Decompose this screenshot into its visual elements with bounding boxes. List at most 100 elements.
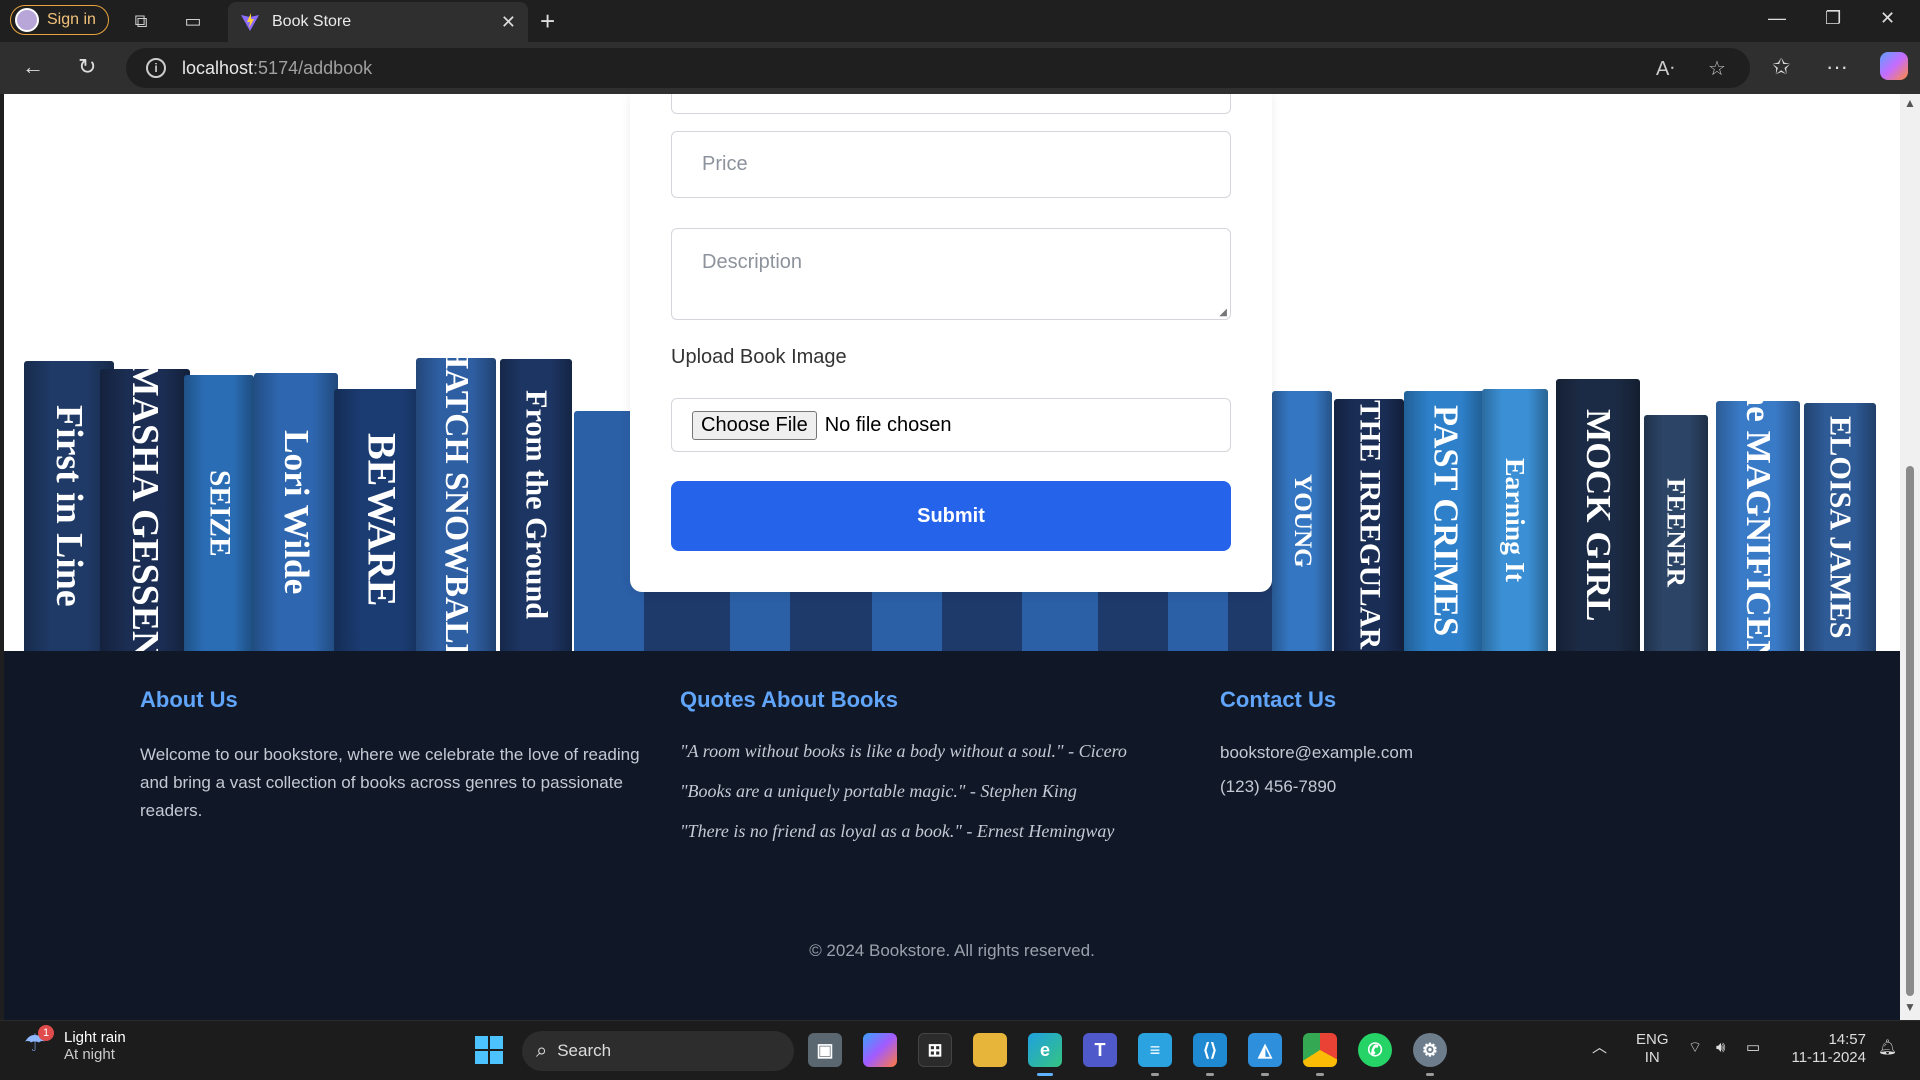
price-input[interactable]: Price — [671, 131, 1231, 198]
rain-umbrella-icon: ☂ 1 — [24, 1025, 54, 1059]
book-spine-title: YOUNG — [1289, 474, 1316, 568]
book-spine: MOCK GIRL — [1556, 379, 1640, 651]
file-status: No file chosen — [824, 413, 952, 436]
resize-handle-icon[interactable]: ◢ — [1219, 307, 1227, 318]
sign-in-button[interactable]: Sign in — [10, 5, 109, 35]
book-spine: Earning It — [1482, 389, 1548, 651]
read-aloud-icon[interactable]: Aᐧ — [1656, 56, 1674, 81]
browser-titlebar: Sign in ⧉ ▭ Book Store ✕ + — ❐ ✕ — [0, 0, 1920, 42]
scrollbar-thumb[interactable] — [1906, 466, 1914, 996]
scroll-up-icon[interactable]: ▲ — [1904, 96, 1916, 110]
show-hidden-icons-icon[interactable]: ︿ — [1592, 1039, 1607, 1057]
new-tab-icon[interactable]: + — [540, 6, 555, 37]
book-spine: THE IRREGULAR — [1334, 399, 1404, 651]
tab-title: Book Store — [272, 13, 352, 30]
file-input[interactable]: Choose File No file chosen — [671, 398, 1231, 452]
quote-item: "There is no friend as loyal as a book."… — [680, 821, 1115, 841]
photos-icon[interactable]: ◭ — [1248, 1033, 1282, 1067]
previous-field-bottom[interactable] — [671, 94, 1231, 114]
vscode-icon[interactable]: ⟨⟩ — [1193, 1033, 1227, 1067]
restore-icon[interactable]: ❐ — [1825, 8, 1841, 29]
store-icon[interactable]: ⊞ — [918, 1033, 952, 1067]
book-spine: FEENER — [1644, 415, 1708, 651]
vite-favicon-icon — [241, 13, 259, 31]
scroll-down-icon[interactable]: ▼ — [1904, 1000, 1916, 1014]
book-spine: YOUNG — [1272, 391, 1332, 651]
teams-icon[interactable]: T — [1083, 1033, 1117, 1067]
back-icon[interactable]: ← — [22, 54, 44, 80]
clock[interactable]: 14:57 11-11-2024 — [1786, 1031, 1866, 1067]
book-spine-title: ELOISA JAMES — [1823, 415, 1858, 639]
book-spine: PAST CRIMES — [1404, 391, 1486, 651]
windows-taskbar: ☂ 1 Light rain At night ⌕ Search ▣ ⊞ e T… — [0, 1020, 1920, 1080]
book-spine-title: THE IRREGULAR — [1353, 400, 1386, 650]
book-spine: MASHA GESSEN — [100, 369, 190, 651]
book-spine-title: From the Ground — [519, 390, 554, 620]
sign-in-label: Sign in — [47, 11, 96, 28]
clock-date: 11-11-2024 — [1791, 1049, 1866, 1066]
edge-browser-icon[interactable]: e — [1028, 1033, 1062, 1067]
copilot-icon[interactable] — [1880, 52, 1908, 80]
book-spine: The MAGNIFICENT — [1716, 401, 1800, 651]
workspaces-icon[interactable]: ⧉ — [128, 8, 154, 34]
book-spine: Lori Wilde — [254, 373, 338, 651]
start-windows-icon[interactable] — [472, 1033, 506, 1067]
description-textarea[interactable]: Description ◢ — [671, 228, 1231, 320]
weather-widget[interactable]: ☂ 1 Light rain At night — [24, 1025, 126, 1063]
task-view-icon[interactable]: ▣ — [808, 1033, 842, 1067]
book-spine-title: Lori Wilde — [277, 429, 316, 595]
taskbar-search[interactable]: ⌕ Search — [522, 1031, 794, 1071]
wifi-icon[interactable]: ⌔ — [1688, 1039, 1702, 1057]
book-spine-title: First in Line — [48, 405, 90, 607]
settings-gear-icon[interactable]: ⚙ — [1413, 1033, 1447, 1067]
book-spine-title: BEWARE — [359, 433, 405, 607]
notifications-bell-icon[interactable]: 🔔︎ — [1878, 1039, 1897, 1057]
close-tab-icon[interactable]: ✕ — [501, 12, 516, 33]
favorite-star-icon[interactable]: ☆ — [1708, 56, 1726, 81]
notification-badge: 1 — [38, 1025, 54, 1041]
choose-file-button[interactable]: Choose File — [692, 410, 817, 440]
lang-bottom: IN — [1644, 1049, 1660, 1066]
url-host: localhost — [182, 57, 254, 78]
tab-actions-icon[interactable]: ▭ — [180, 8, 206, 34]
refresh-icon[interactable]: ↻ — [78, 54, 96, 80]
book-spine-title: Earning It — [1500, 458, 1531, 582]
close-window-icon[interactable]: ✕ — [1880, 8, 1895, 29]
contact-phone: (123) 456-7890 — [1220, 777, 1337, 796]
book-spine: HATCH SNOWBALL — [416, 358, 496, 651]
submit-button[interactable]: Submit — [671, 481, 1231, 551]
tab-book-store[interactable]: Book Store ✕ — [228, 2, 528, 42]
site-footer: About Us Welcome to our bookstore, where… — [4, 651, 1900, 1020]
file-explorer-icon[interactable] — [973, 1033, 1007, 1067]
book-spine: From the Ground — [500, 359, 572, 651]
about-text: Welcome to our bookstore, where we celeb… — [140, 745, 640, 820]
price-placeholder: Price — [702, 153, 748, 175]
more-menu-icon[interactable]: ··· — [1826, 54, 1848, 80]
book-spine: SEIZE — [184, 375, 254, 651]
chrome-icon[interactable] — [1303, 1033, 1337, 1067]
about-heading: About Us — [140, 687, 238, 712]
address-bar[interactable]: i localhost :5174/addbook Aᐧ ☆ — [126, 48, 1750, 88]
copilot-app-icon[interactable] — [863, 1033, 897, 1067]
page-scrollbar[interactable]: ▲ ▼ — [1900, 94, 1920, 1020]
url-path: :5174/addbook — [253, 57, 373, 78]
favorites-icon[interactable]: ✩ — [1772, 54, 1790, 80]
battery-icon[interactable]: ▭ — [1746, 1039, 1760, 1057]
book-spine: ELOISA JAMES — [1804, 403, 1876, 651]
weather-subtitle: At night — [64, 1046, 115, 1063]
site-info-icon[interactable]: i — [146, 58, 166, 78]
clock-time: 14:57 — [1828, 1031, 1866, 1048]
contact-section: Contact Us bookstore@example.com (123) 4… — [1220, 687, 1620, 801]
contact-email[interactable]: bookstore@example.com — [1220, 739, 1620, 767]
description-placeholder: Description — [702, 251, 803, 273]
notepad-icon[interactable]: ≡ — [1138, 1033, 1172, 1067]
minimize-icon[interactable]: — — [1768, 8, 1786, 29]
whatsapp-icon[interactable]: ✆ — [1358, 1033, 1392, 1067]
language-indicator[interactable]: ENG IN — [1636, 1031, 1669, 1067]
running-indicator — [1206, 1073, 1214, 1076]
volume-icon[interactable]: 🔊︎ — [1716, 1039, 1725, 1057]
running-indicator — [1426, 1073, 1434, 1076]
quote-item: "A room without books is like a body wit… — [680, 741, 1127, 761]
weather-title: Light rain — [64, 1029, 126, 1046]
active-app-indicator — [1037, 1073, 1053, 1076]
